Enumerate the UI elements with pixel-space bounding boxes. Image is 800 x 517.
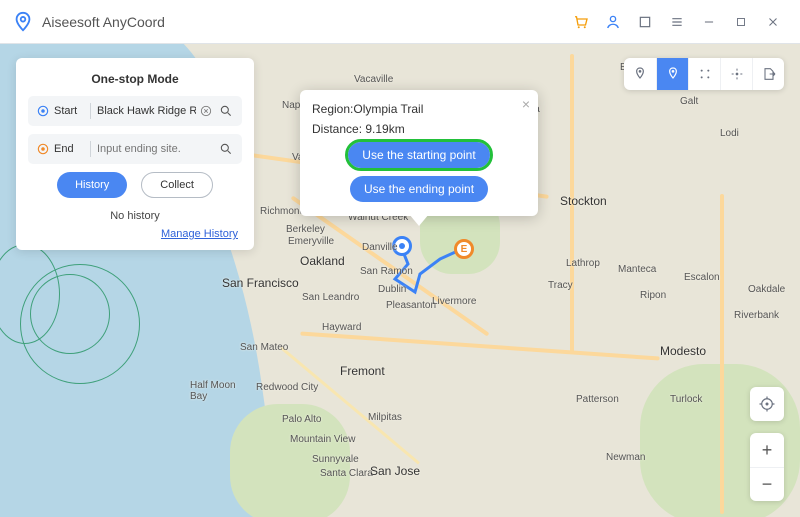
minimize-icon	[702, 15, 716, 29]
mode-pin-button[interactable]	[624, 58, 656, 90]
end-input[interactable]	[97, 143, 216, 155]
city-label: Redwood City	[256, 382, 318, 393]
city-label: Richmond	[260, 206, 305, 217]
route-icon	[665, 66, 681, 82]
location-pin-icon	[12, 11, 34, 33]
city-label: Turlock	[670, 394, 702, 405]
locate-me-button[interactable]	[750, 387, 784, 421]
no-history-text: No history	[28, 210, 242, 222]
city-label: Sunnyvale	[312, 454, 359, 465]
cart-button[interactable]	[566, 7, 596, 37]
app-logo: Aiseesoft AnyCoord	[12, 11, 165, 33]
popup-close-button[interactable]: ×	[522, 96, 530, 112]
city-label: Livermore	[432, 296, 476, 307]
mode-export-button[interactable]	[752, 58, 784, 90]
use-ending-point-button[interactable]: Use the ending point	[350, 176, 488, 202]
one-stop-mode-panel: One-stop Mode Start End History Collect …	[16, 58, 254, 250]
city-label: San Mateo	[240, 342, 288, 353]
city-label: Mountain View	[290, 434, 355, 445]
start-row: Start	[28, 96, 242, 126]
city-label: Manteca	[618, 264, 656, 275]
city-label: Escalon	[684, 272, 720, 283]
city-label: Ripon	[640, 290, 666, 301]
start-input[interactable]	[97, 105, 196, 117]
city-label: Hayward	[322, 322, 361, 333]
city-label: Tracy	[548, 280, 573, 291]
city-label: Milpitas	[368, 412, 402, 423]
zoom-out-button[interactable]: −	[750, 467, 784, 501]
mode-multistop-button[interactable]	[688, 58, 720, 90]
city-label: Santa Clara	[320, 468, 373, 479]
titlebar: Aiseesoft AnyCoord	[0, 0, 800, 44]
city-label: Galt	[680, 96, 698, 107]
pin-icon	[632, 66, 648, 82]
search-start-button[interactable]	[216, 104, 236, 118]
city-label: San Ramon	[360, 266, 413, 277]
zoom-in-button[interactable]: +	[750, 433, 784, 467]
city-label: San Leandro	[302, 292, 359, 303]
city-label: Lathrop	[566, 258, 600, 269]
city-label: Pleasanton	[386, 300, 436, 311]
end-row: End	[28, 134, 242, 164]
start-pin-icon	[34, 104, 52, 118]
use-starting-point-button[interactable]: Use the starting point	[348, 142, 489, 168]
collect-button[interactable]: Collect	[141, 172, 213, 198]
city-label: Oakland	[300, 254, 345, 268]
close-icon	[766, 15, 780, 29]
popup-distance: Distance: 9.19km	[312, 122, 526, 136]
window-mode-button[interactable]	[630, 7, 660, 37]
mode-joystick-button[interactable]	[720, 58, 752, 90]
end-label: End	[54, 143, 84, 155]
close-button[interactable]	[758, 7, 788, 37]
maximize-button[interactable]	[726, 7, 756, 37]
city-label: Newman	[606, 452, 645, 463]
crosshair-icon	[758, 395, 776, 413]
square-icon	[637, 14, 653, 30]
content: E Napa Fairfield Vacaville Rio Vista Elk…	[0, 44, 800, 517]
route-end-marker[interactable]: E	[454, 239, 474, 259]
multistop-icon	[697, 66, 713, 82]
city-label: San Francisco	[222, 276, 299, 290]
minimize-button[interactable]	[694, 7, 724, 37]
clear-start-button[interactable]	[196, 104, 216, 118]
panel-buttons: History Collect	[28, 172, 242, 198]
city-label: Danville	[362, 242, 398, 253]
menu-button[interactable]	[662, 7, 692, 37]
maximize-icon	[734, 15, 748, 29]
app-title: Aiseesoft AnyCoord	[42, 14, 165, 30]
history-button[interactable]: History	[57, 172, 127, 198]
joystick-icon	[729, 66, 745, 82]
window-controls	[566, 7, 788, 37]
city-label: Half Moon Bay	[190, 380, 236, 402]
export-icon	[761, 66, 777, 82]
city-label: Fremont	[340, 364, 385, 378]
zoom-controls: + −	[750, 433, 784, 501]
region-popup: × Region:Olympia Trail Distance: 9.19km …	[300, 90, 538, 216]
city-label: Vacaville	[354, 74, 393, 85]
mode-onestop-button[interactable]	[656, 58, 688, 90]
cart-icon	[572, 13, 590, 31]
city-label: Berkeley	[286, 224, 325, 235]
city-label: Dublin	[378, 284, 406, 295]
city-label: Palo Alto	[282, 414, 321, 425]
search-end-button[interactable]	[216, 142, 236, 156]
user-icon	[604, 13, 622, 31]
city-label: Lodi	[720, 128, 739, 139]
panel-title: One-stop Mode	[28, 72, 242, 86]
manage-history-link[interactable]: Manage History	[28, 228, 242, 240]
popup-region: Region:Olympia Trail	[312, 102, 526, 116]
city-label: San Jose	[370, 464, 420, 478]
city-label: Riverbank	[734, 310, 779, 321]
map-mode-toolbar	[624, 58, 784, 90]
user-button[interactable]	[598, 7, 628, 37]
city-label: Oakdale	[748, 284, 785, 295]
end-pin-icon	[34, 142, 52, 156]
start-label: Start	[54, 105, 84, 117]
city-label: Stockton	[560, 194, 607, 208]
city-label: Emeryville	[288, 236, 334, 247]
city-label: Modesto	[660, 344, 706, 358]
menu-icon	[669, 14, 685, 30]
city-label: Patterson	[576, 394, 619, 405]
